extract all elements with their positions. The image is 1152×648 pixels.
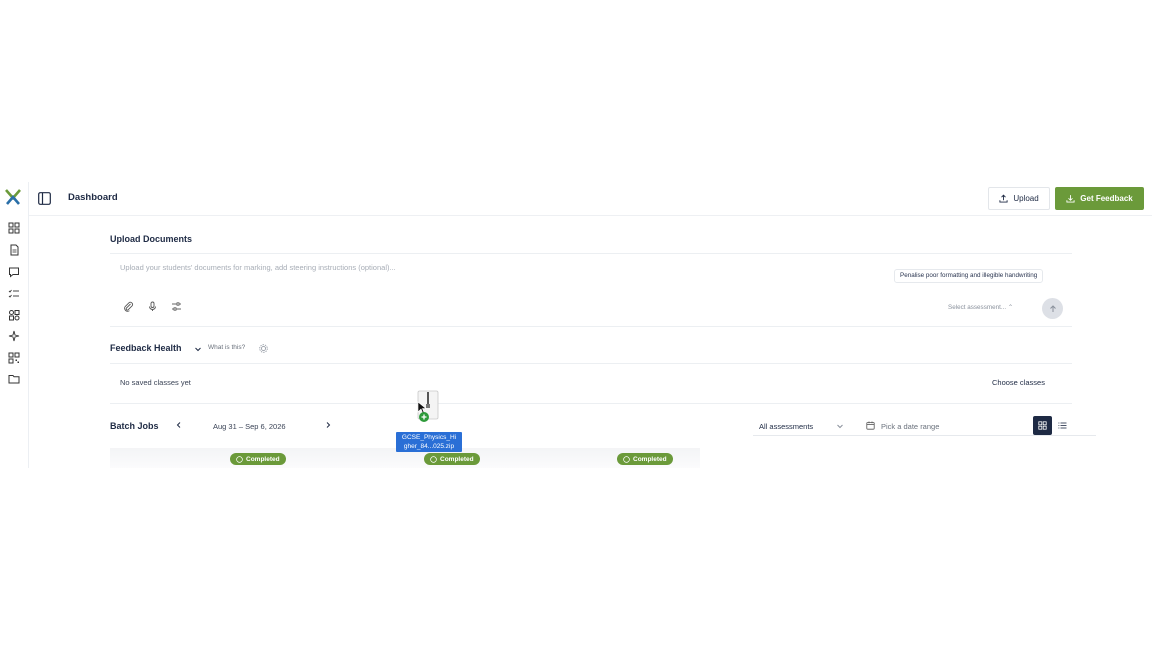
qr-icon[interactable] <box>8 352 20 364</box>
instructions-input[interactable]: Upload your students' documents for mark… <box>120 263 396 272</box>
chat-icon[interactable] <box>8 266 20 278</box>
upload-icon <box>999 194 1008 203</box>
calendar-icon[interactable] <box>866 421 875 430</box>
check-circle-icon <box>236 455 243 463</box>
sliders-icon[interactable] <box>171 301 182 312</box>
divider <box>110 363 1072 364</box>
no-classes-text: No saved classes yet <box>120 378 191 387</box>
get-feedback-button[interactable]: Get Feedback <box>1055 187 1144 210</box>
grid-view-toggle[interactable] <box>1033 416 1052 435</box>
document-icon[interactable] <box>8 244 20 256</box>
date-range-label: Aug 31 – Sep 6, 2026 <box>213 422 286 431</box>
status-badge-label: Completed <box>440 455 474 463</box>
top-header: Dashboard Upload Get Feedback <box>29 182 1152 216</box>
status-badge: Completed <box>230 453 286 465</box>
upload-button-label: Upload <box>1013 194 1039 203</box>
divider <box>753 435 1096 436</box>
app-window: Dashboard Upload Get Feedback Upload Doc… <box>0 182 1152 468</box>
status-badge: Completed <box>424 453 480 465</box>
assessment-select-value: Select assessment... <box>948 304 1007 311</box>
checklist-icon[interactable] <box>8 288 20 300</box>
chevron-left-icon[interactable] <box>175 421 183 429</box>
feedback-health-title: Feedback Health <box>110 343 182 353</box>
grid-icon <box>1038 421 1047 430</box>
chevron-down-icon[interactable] <box>836 422 844 430</box>
chevron-down-icon[interactable] <box>194 345 202 353</box>
upload-documents-title: Upload Documents <box>110 234 193 244</box>
date-range-picker[interactable]: Pick a date range <box>881 422 939 431</box>
list-icon <box>1057 422 1066 429</box>
list-view-toggle[interactable] <box>1054 416 1070 435</box>
status-badge: Completed <box>617 453 673 465</box>
upload-button[interactable]: Upload <box>988 187 1050 210</box>
grid-icon[interactable] <box>8 222 20 234</box>
send-button[interactable] <box>1042 298 1063 319</box>
suggestion-chip[interactable]: Penalise poor formatting and illegible h… <box>894 269 1044 283</box>
assessments-filter[interactable]: All assessments <box>759 422 813 431</box>
updown-chevron-icon: ⌃ <box>1007 304 1014 311</box>
divider <box>110 326 1072 327</box>
status-badge-label: Completed <box>633 455 667 463</box>
arrow-up-icon <box>1049 304 1056 312</box>
sidebar <box>0 182 29 468</box>
status-badge-label: Completed <box>246 455 280 463</box>
download-icon <box>1066 195 1075 203</box>
paperclip-icon[interactable] <box>123 301 134 312</box>
zip-file-icon[interactable] <box>413 389 443 425</box>
choose-classes-button[interactable]: Choose classes <box>992 378 1045 387</box>
page-title: Dashboard <box>68 192 118 203</box>
check-circle-icon <box>430 455 437 463</box>
assessment-select[interactable]: Select assessment... ⌃ <box>948 304 1013 311</box>
microphone-icon[interactable] <box>147 301 158 312</box>
sidebar-toggle-icon[interactable] <box>38 192 51 205</box>
chevron-right-icon[interactable] <box>324 421 332 429</box>
settings-icon[interactable] <box>259 344 268 353</box>
folder-icon[interactable] <box>8 373 20 385</box>
dragged-file-name-line1: GCSE_Physics_Hi <box>401 434 457 441</box>
get-feedback-label: Get Feedback <box>1080 194 1133 203</box>
divider <box>110 253 1072 254</box>
dragged-file-name-line2: gher_84...025.zip <box>403 443 455 450</box>
dragged-file-name: GCSE_Physics_Hi gher_84...025.zip <box>396 432 462 452</box>
batch-jobs-title: Batch Jobs <box>110 421 159 431</box>
logo-icon[interactable] <box>4 188 22 206</box>
check-circle-icon <box>623 455 630 463</box>
apps-icon[interactable] <box>8 309 20 321</box>
sparkle-icon[interactable] <box>8 330 20 342</box>
divider <box>110 403 1072 404</box>
what-is-this-link[interactable]: What is this? <box>208 344 245 351</box>
